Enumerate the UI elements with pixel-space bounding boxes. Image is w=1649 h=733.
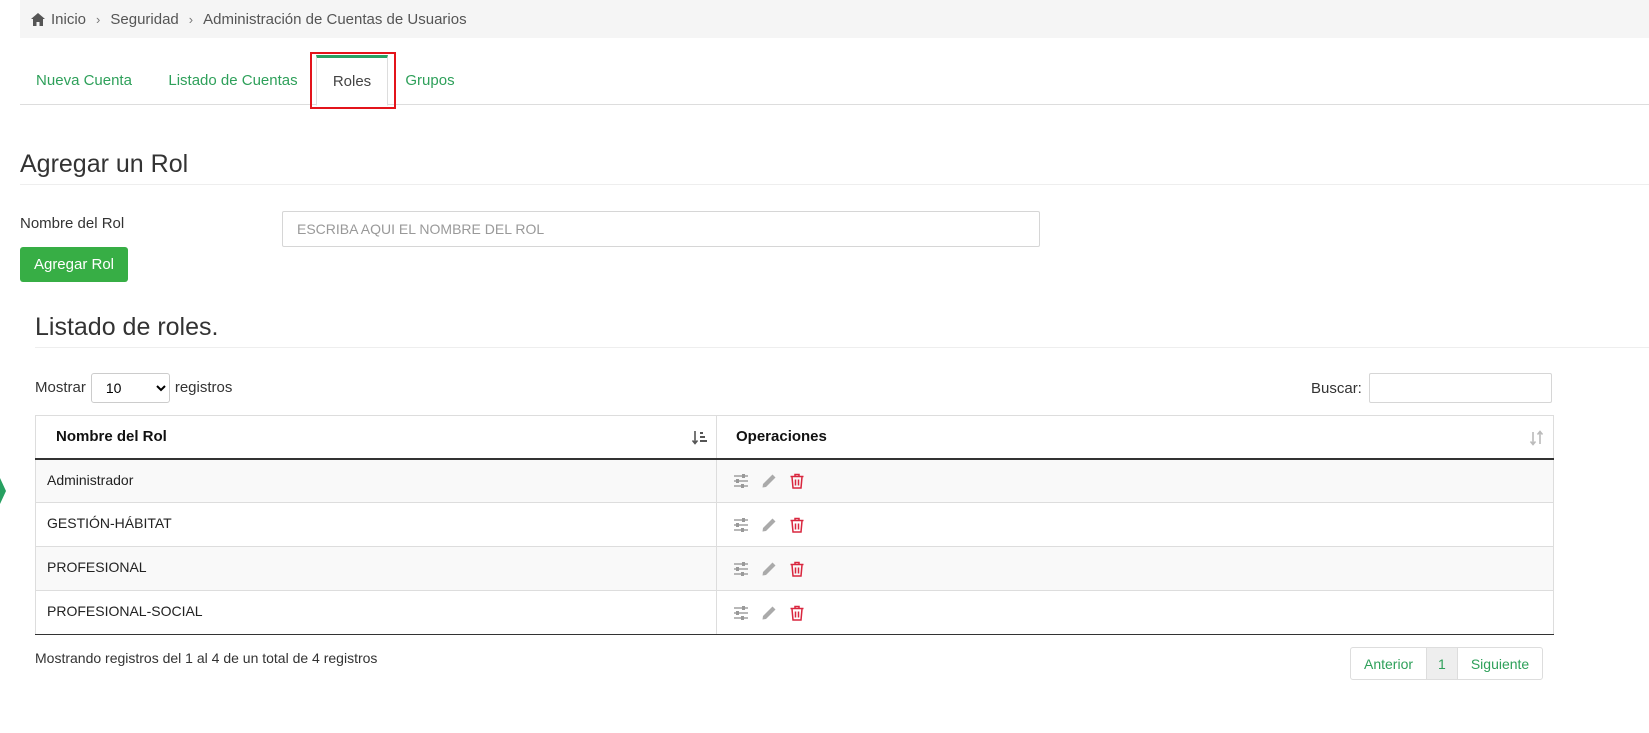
role-name-cell: GESTIÓN-HÁBITAT <box>35 502 717 547</box>
role-name-cell: Administrador <box>35 458 717 503</box>
home-icon <box>31 12 45 26</box>
pagination-prev-button[interactable]: Anterior <box>1351 648 1426 679</box>
column-header-nombre[interactable]: Nombre del Rol <box>35 415 717 460</box>
table-row: PROFESIONAL <box>35 546 1554 591</box>
add-role-button[interactable]: Agregar Rol <box>20 247 128 282</box>
tab-roles[interactable]: Roles <box>316 55 388 106</box>
pencil-icon[interactable] <box>761 517 777 533</box>
trash-icon[interactable] <box>789 473 805 489</box>
sliders-icon[interactable] <box>733 473 749 489</box>
breadcrumb: Inicio › Seguridad › Administración de C… <box>20 0 1649 38</box>
records-label: registros <box>174 379 233 396</box>
pagination: Anterior 1 Siguiente <box>1350 647 1544 680</box>
table-header-row: Nombre del Rol Operaciones <box>35 415 1554 460</box>
show-label: Mostrar <box>35 379 86 396</box>
page-length-select[interactable]: 10 <box>90 372 170 403</box>
trash-icon[interactable] <box>789 517 805 533</box>
operations-cell <box>716 546 1554 591</box>
divider <box>20 184 1649 185</box>
breadcrumb-label: Inicio <box>51 10 87 28</box>
tab-label: Roles <box>332 73 372 90</box>
tab-listado-cuentas[interactable]: Listado de Cuentas <box>158 55 308 105</box>
roles-table: Nombre del Rol Operaciones Administrador <box>35 415 1554 635</box>
tab-grupos[interactable]: Grupos <box>396 55 464 105</box>
table-info: Mostrando registros del 1 al 4 de un tot… <box>35 650 378 666</box>
table-row: GESTIÓN-HÁBITAT <box>35 502 1554 547</box>
pagination-page-button[interactable]: 1 <box>1426 648 1458 679</box>
breadcrumb-item-admin-cuentas: Administración de Cuentas de Usuarios <box>203 10 467 28</box>
sidebar-toggle-arrow-icon[interactable] <box>0 478 6 504</box>
operations-cell <box>716 502 1554 547</box>
tab-bar: Nueva Cuenta Listado de Cuentas Roles Gr… <box>20 55 1649 106</box>
sort-both-icon <box>1529 430 1544 446</box>
trash-icon[interactable] <box>789 605 805 621</box>
role-name-cell: PROFESIONAL <box>35 546 717 591</box>
role-name-cell: PROFESIONAL-SOCIAL <box>35 590 717 635</box>
tab-nueva-cuenta[interactable]: Nueva Cuenta <box>20 55 148 105</box>
operations-cell <box>716 590 1554 635</box>
sort-asc-icon <box>692 431 707 445</box>
tab-label: Grupos <box>405 71 455 89</box>
page-length-control: Mostrar 10 registros <box>35 372 232 403</box>
column-header-label: Operaciones <box>736 428 827 446</box>
pagination-next-button[interactable]: Siguiente <box>1458 648 1542 679</box>
pencil-icon[interactable] <box>761 605 777 621</box>
role-name-input[interactable] <box>282 211 1040 247</box>
search-input[interactable] <box>1368 373 1552 403</box>
tab-label: Nueva Cuenta <box>36 71 132 89</box>
breadcrumb-item-inicio[interactable]: Inicio <box>31 11 86 28</box>
sliders-icon[interactable] <box>733 561 749 577</box>
sliders-icon[interactable] <box>733 605 749 621</box>
pencil-icon[interactable] <box>761 561 777 577</box>
table-row: PROFESIONAL-SOCIAL <box>35 590 1554 635</box>
search-label: Buscar: <box>1311 379 1362 397</box>
sliders-icon[interactable] <box>733 517 749 533</box>
operations-cell <box>716 458 1554 503</box>
divider <box>35 347 1649 348</box>
table-row: Administrador <box>35 458 1554 503</box>
form-title: Agregar un Rol <box>20 150 189 178</box>
column-header-label: Nombre del Rol <box>56 428 167 446</box>
tab-label: Listado de Cuentas <box>168 71 298 89</box>
role-name-label: Nombre del Rol <box>20 215 125 232</box>
search-control: Buscar: <box>1311 373 1552 403</box>
chevron-right-icon: › <box>188 11 194 27</box>
pencil-icon[interactable] <box>761 473 777 489</box>
trash-icon[interactable] <box>789 561 805 577</box>
list-title: Listado de roles. <box>35 313 219 341</box>
column-header-operaciones[interactable]: Operaciones <box>716 415 1554 460</box>
breadcrumb-item-seguridad[interactable]: Seguridad <box>110 11 178 28</box>
chevron-right-icon: › <box>96 11 101 27</box>
